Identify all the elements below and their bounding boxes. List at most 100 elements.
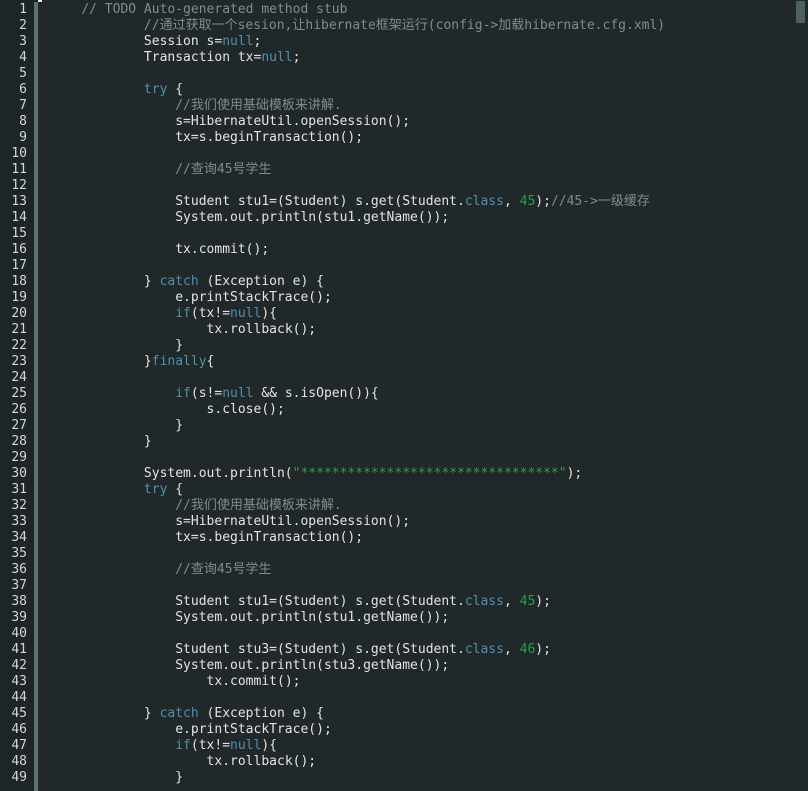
code-line[interactable]: Transaction tx=null; xyxy=(42,50,808,66)
code-token: (tx!= xyxy=(190,306,231,321)
code-line[interactable]: System.out.println(stu1.getName()); xyxy=(42,210,808,226)
line-number: 49 xyxy=(11,770,27,785)
line-number: 34 xyxy=(11,530,27,545)
code-token: try xyxy=(143,82,168,97)
vertical-scrollbar-thumb[interactable] xyxy=(796,1,805,23)
code-token: System.out.println(stu1.getName()); xyxy=(175,210,450,225)
code-line[interactable]: if(tx!=null){ xyxy=(42,306,808,322)
code-line[interactable]: System.out.println(stu3.getName()); xyxy=(42,658,808,674)
code-token: , xyxy=(503,642,520,657)
code-token: { xyxy=(167,82,184,97)
code-token: "*********************************" xyxy=(292,466,567,481)
code-token: catch xyxy=(159,706,199,721)
code-token: ); xyxy=(535,594,551,609)
code-token: null xyxy=(222,386,254,401)
code-token: Session s= xyxy=(143,34,223,49)
code-line[interactable] xyxy=(42,690,808,706)
code-line[interactable] xyxy=(42,370,808,386)
code-line[interactable]: s=HibernateUtil.openSession(); xyxy=(42,114,808,130)
code-line[interactable] xyxy=(42,546,808,562)
code-token: ){ xyxy=(261,738,277,753)
code-line[interactable] xyxy=(42,258,808,274)
code-line[interactable]: //查询45号学生 xyxy=(42,162,808,178)
line-number: 30 xyxy=(11,466,27,481)
line-number: 47 xyxy=(11,738,27,753)
line-number: 17 xyxy=(11,258,27,273)
code-line[interactable]: //我们使用基础模板来讲解. xyxy=(42,98,808,114)
code-line[interactable] xyxy=(42,626,808,642)
line-number: 43 xyxy=(11,674,27,689)
code-line[interactable]: //查询45号学生 xyxy=(42,562,808,578)
code-line[interactable]: } xyxy=(42,770,808,786)
code-line[interactable]: s.close(); xyxy=(42,402,808,418)
code-token: if xyxy=(175,386,191,401)
code-editor[interactable]: 1 2 3 4 5 6 7 8 9 10 11 12 13 14 15 16 17 18 19 20 21 22 23 24 2… xyxy=(0,0,808,791)
code-line[interactable]: if(s!=null && s.isOpen()){ xyxy=(42,386,808,402)
code-line[interactable] xyxy=(42,66,808,82)
code-token: //我们使用基础模板来讲解. xyxy=(175,98,342,113)
code-token: if xyxy=(175,306,191,321)
code-token: } xyxy=(143,706,160,721)
code-line[interactable]: // TODO Auto-generated method stub xyxy=(42,2,808,18)
code-line[interactable] xyxy=(42,578,808,594)
code-token: tx.commit(); xyxy=(175,242,270,257)
code-token: //我们使用基础模板来讲解. xyxy=(175,498,342,513)
code-line[interactable]: s=HibernateUtil.openSession(); xyxy=(42,514,808,530)
line-number: 40 xyxy=(11,626,27,641)
code-line[interactable]: //通过获取一个sesion,让hibernate框架运行(config->加载… xyxy=(42,18,808,34)
code-line[interactable]: Student stu1=(Student) s.get(Student.cla… xyxy=(42,194,808,210)
line-number: 19 xyxy=(11,290,27,305)
line-number: 29 xyxy=(11,450,27,465)
line-number-gutter[interactable]: 1 2 3 4 5 6 7 8 9 10 11 12 13 14 15 16 17 18 19 20 21 22 23 24 2… xyxy=(0,0,30,791)
line-number: 6 xyxy=(19,82,27,97)
code-line[interactable] xyxy=(42,226,808,242)
code-token: e.printStackTrace(); xyxy=(175,722,332,737)
line-number: 45 xyxy=(11,706,27,721)
code-line[interactable]: }finally{ xyxy=(42,354,808,370)
code-line[interactable]: } catch (Exception e) { xyxy=(42,274,808,290)
code-token: if xyxy=(175,738,191,753)
code-line[interactable]: tx=s.beginTransaction(); xyxy=(42,130,808,146)
code-line[interactable]: if(tx!=null){ xyxy=(42,738,808,754)
code-line[interactable]: Student stu1=(Student) s.get(Student.cla… xyxy=(42,594,808,610)
code-token: Student stu1=(Student) s.get(Student. xyxy=(175,594,465,609)
code-line[interactable]: System.out.println(stu1.getName()); xyxy=(42,610,808,626)
code-line[interactable] xyxy=(42,146,808,162)
code-line[interactable]: //我们使用基础模板来讲解. xyxy=(42,498,808,514)
code-line[interactable]: tx=s.beginTransaction(); xyxy=(42,530,808,546)
code-line[interactable]: } catch (Exception e) { xyxy=(42,706,808,722)
code-token: Student stu3=(Student) s.get(Student. xyxy=(175,642,465,657)
line-number: 26 xyxy=(11,402,27,417)
code-token: ); xyxy=(535,194,551,209)
code-text-area[interactable]: // TODO Auto-generated method stub //通过获… xyxy=(42,0,808,791)
code-token: Student stu1=(Student) s.get(Student. xyxy=(175,194,465,209)
code-token: } xyxy=(175,418,184,433)
code-line[interactable]: tx.commit(); xyxy=(42,674,808,690)
code-line[interactable]: } xyxy=(42,434,808,450)
code-line[interactable]: tx.rollback(); xyxy=(42,322,808,338)
code-token: class xyxy=(464,194,504,209)
code-line[interactable]: try { xyxy=(42,482,808,498)
code-line[interactable] xyxy=(42,178,808,194)
code-token: null xyxy=(230,738,262,753)
code-line[interactable]: } xyxy=(42,418,808,434)
code-line[interactable]: Student stu3=(Student) s.get(Student.cla… xyxy=(42,642,808,658)
line-number: 32 xyxy=(11,498,27,513)
code-line[interactable]: Session s=null; xyxy=(42,34,808,50)
code-line[interactable] xyxy=(42,450,808,466)
code-token: try xyxy=(143,482,168,497)
code-line[interactable]: tx.commit(); xyxy=(42,242,808,258)
code-token: tx=s.beginTransaction(); xyxy=(175,130,364,145)
code-line[interactable]: e.printStackTrace(); xyxy=(42,722,808,738)
line-number: 13 xyxy=(11,194,27,209)
code-line[interactable]: try { xyxy=(42,82,808,98)
code-line[interactable]: } xyxy=(42,338,808,354)
vertical-scrollbar[interactable] xyxy=(794,0,808,791)
code-line[interactable]: tx.rollback(); xyxy=(42,754,808,770)
line-number: 1 xyxy=(19,2,27,17)
code-line[interactable]: e.printStackTrace(); xyxy=(42,290,808,306)
code-token: //查询45号学生 xyxy=(175,162,272,177)
code-line[interactable]: System.out.println("********************… xyxy=(42,466,808,482)
line-number: 36 xyxy=(11,562,27,577)
code-token: e.printStackTrace(); xyxy=(175,290,332,305)
